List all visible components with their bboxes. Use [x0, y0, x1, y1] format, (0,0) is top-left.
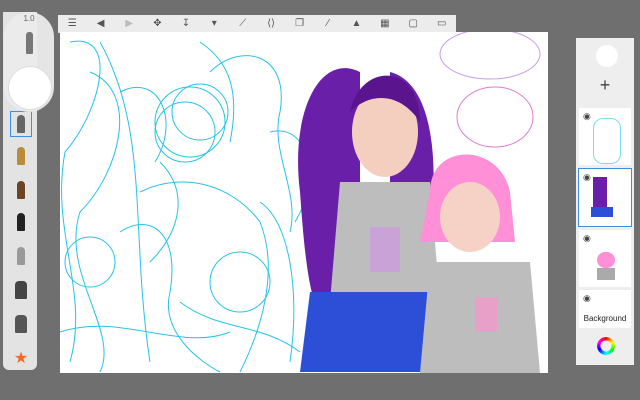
layer-thumbnail [597, 268, 615, 280]
pencil-brush-icon [17, 115, 25, 133]
current-color-swatch[interactable] [596, 45, 618, 67]
layer-thumbnail [591, 207, 613, 217]
top-toolbar: ☰ ◀ ▶ ✥ ↧ ▾ ⟋ ⟨⟩ ❐ ⁄ ▲ ▦ ▢ ▭ [58, 15, 456, 33]
speech-bubble [439, 32, 541, 80]
fill-icon[interactable]: ▾ [207, 18, 221, 29]
fullscreen-icon[interactable]: ▢ [406, 18, 420, 29]
cyan-sketch [60, 40, 310, 373]
layer-thumbnail [593, 177, 607, 207]
background-label: Background [583, 314, 627, 323]
perspective-icon[interactable]: ▦ [378, 18, 392, 29]
layers-panel: + ◉ ◉ ◉ ◉ Background [576, 38, 634, 365]
stroke-icon[interactable]: ⁄ [321, 18, 335, 29]
selection-icon[interactable]: ✥ [150, 18, 164, 29]
layer-copy-icon[interactable]: ❐ [293, 18, 307, 29]
eye-icon[interactable]: ◉ [583, 293, 591, 304]
speech-bubble [456, 86, 534, 148]
paintbrush-brush-icon [17, 213, 25, 231]
fountain-pen-brush-icon [17, 181, 25, 199]
layer-thumbnail [593, 118, 621, 164]
bubble-tea [475, 297, 497, 332]
brush-ballpoint-pen[interactable] [11, 144, 31, 168]
brush-paintbrush[interactable] [11, 210, 31, 234]
brush-ink[interactable] [11, 244, 31, 268]
eye-icon[interactable]: ◉ [583, 233, 591, 244]
list-icon[interactable]: ☰ [65, 18, 79, 29]
brush-size-value: 1.0 [23, 14, 35, 23]
drawing-canvas[interactable] [60, 32, 548, 373]
window-icon[interactable]: ▭ [435, 18, 449, 29]
layer-sketch[interactable]: ◉ [579, 108, 631, 165]
redo-icon[interactable]: ▶ [122, 18, 136, 29]
add-layer-button[interactable]: + [576, 74, 634, 96]
undo-icon[interactable]: ◀ [94, 18, 108, 29]
layer-background[interactable]: ◉ Background [579, 290, 631, 328]
color-wheel-icon[interactable] [597, 337, 615, 355]
color-puck[interactable] [8, 66, 52, 110]
favorites-star-icon[interactable]: ★ [11, 346, 31, 370]
pencil-icon [26, 32, 33, 54]
ruler-icon[interactable]: ⟋ [236, 18, 250, 29]
brush-airbrush[interactable] [11, 278, 31, 302]
layer-purple-girl[interactable]: ◉ [578, 168, 632, 227]
eye-icon[interactable]: ◉ [583, 172, 591, 183]
brush-pencil[interactable] [10, 111, 32, 137]
pink-girl [420, 154, 540, 373]
brush-fountain-pen[interactable] [11, 178, 31, 202]
layer-pink-girl[interactable]: ◉ [579, 230, 631, 287]
layer-thumbnail [597, 252, 615, 268]
ballpoint-pen-brush-icon [17, 147, 25, 165]
ink-brush-icon [17, 247, 25, 265]
airbrush-brush-icon [15, 281, 27, 299]
eye-icon[interactable]: ◉ [583, 111, 591, 122]
marker-brush-icon [15, 315, 27, 333]
artwork [60, 32, 541, 373]
transform-icon[interactable]: ↧ [179, 18, 193, 29]
brush-marker[interactable] [11, 312, 31, 336]
bubble-tea [370, 227, 400, 272]
image-icon[interactable]: ▲ [349, 18, 363, 29]
symmetry-icon[interactable]: ⟨⟩ [264, 18, 278, 29]
